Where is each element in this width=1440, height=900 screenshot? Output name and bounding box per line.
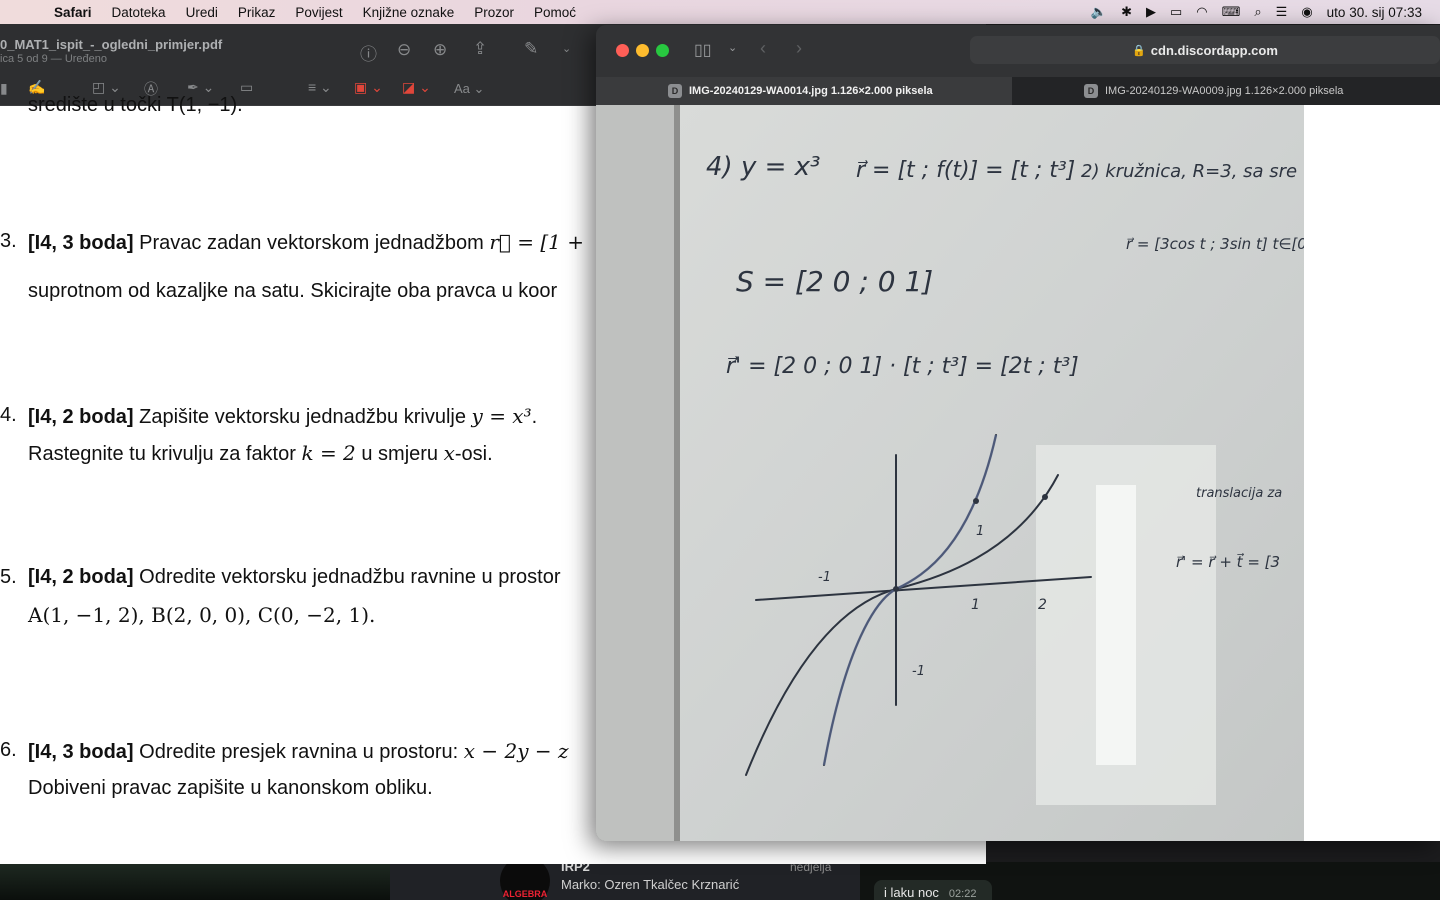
minimize-button[interactable] [636, 44, 649, 57]
question-3-line2: suprotnom od kazaljke na satu. Skicirajt… [28, 280, 558, 302]
menu-item-prikaz[interactable]: Prikaz [228, 5, 286, 20]
question-6-text: [I4, 3 boda] Odredite presjek ravnina u … [28, 739, 569, 763]
whiteboard-axis-label: 1 [976, 524, 984, 539]
font-button-label: Aa [454, 81, 470, 96]
discord-favicon-icon: D [668, 84, 682, 98]
zoom-out-icon[interactable]: ⊖ [397, 40, 411, 60]
back-icon[interactable]: ‹ [760, 38, 766, 59]
line-style-icon[interactable]: ≡ ⌄ [308, 79, 332, 96]
question-4-number: 4. [0, 404, 17, 426]
wallpaper [0, 862, 390, 900]
wifi-icon[interactable]: ◠ [1196, 4, 1207, 20]
question-5-number: 5. [0, 566, 17, 588]
discord-favicon-icon: D [1084, 84, 1098, 98]
zoom-button[interactable] [656, 44, 669, 57]
message-text: i laku noc [884, 885, 939, 900]
text-tool-icon[interactable]: ▮ [0, 80, 8, 97]
siri-icon[interactable]: ◉ [1301, 4, 1312, 20]
tab-wa0009[interactable]: D IMG-20240129-WA0009.jpg 1.126×2.000 pi… [1012, 77, 1432, 105]
search-icon[interactable]: ⌕ [1254, 4, 1261, 20]
menubar: Safari Datoteka Uredi Prikaz Povijest Kn… [0, 0, 1440, 24]
question-6-line2: Dobiveni pravac zapišite u kanonskom obl… [28, 777, 433, 799]
document-title: 0_MAT1_ispit_-_ogledni_primjer.pdf [0, 37, 223, 52]
question-5-text: [I4, 2 boda] Odredite vektorsku jednadžb… [28, 566, 561, 588]
document-subtitle: ica 5 od 9 — Uređeno [0, 53, 108, 65]
app-menu[interactable]: Safari [44, 5, 102, 20]
question-4-line2: Rastegnite tu krivulju za faktor k = 2 u… [28, 441, 493, 465]
whiteboard-axis-label: -1 [912, 664, 925, 679]
whiteboard-photo: 4) y = x³ r⃗ = [t ; f(t)] = [t ; t³] 2) … [596, 105, 1304, 841]
tab-wa0014[interactable]: D IMG-20240129-WA0014.jpg 1.126×2.000 pi… [596, 77, 1012, 105]
tab-bar: D IMG-20240129-WA0014.jpg 1.126×2.000 pi… [596, 77, 1440, 105]
question-3-number: 3. [0, 230, 17, 252]
zoom-in-icon[interactable]: ⊕ [433, 40, 447, 60]
doc-line-0: središte u točki T(1, −1). [28, 94, 243, 116]
chevron-down-icon[interactable]: ⌄ [728, 41, 737, 54]
whiteboard-text-8: r⃗' = r⃗ + t⃗ = [3 [1176, 552, 1280, 571]
page-background [1304, 105, 1440, 841]
menu-item-prozor[interactable]: Prozor [464, 5, 524, 20]
keyboard-icon[interactable]: ⌨ [1222, 4, 1241, 20]
menu-item-knjizne-oznake[interactable]: Knjižne oznake [353, 5, 465, 20]
safari-toolbar: ▯▯ ⌄ ‹ › 🔒 cdn.discordapp.com [596, 25, 1440, 77]
bluetooth-icon[interactable]: ✱ [1121, 4, 1132, 20]
chat-last-message: Marko: Ozren Tkalčec Krznarić [561, 877, 740, 892]
volume-icon[interactable]: 🔈 [1091, 4, 1107, 20]
whiteboard-text-3: 2) kružnica, R=3, sa sre [1081, 161, 1297, 182]
whiteboard-text-4: S = [2 0 ; 0 1] [736, 265, 933, 298]
whiteboard-text-6: r⃗' = [2 0 ; 0 1] · [t ; t³] = [2t ; t³] [726, 354, 1079, 379]
menu-item-datoteka[interactable]: Datoteka [102, 5, 176, 20]
fill-color-icon[interactable]: ◪ ⌄ [402, 79, 431, 96]
tab-label: IMG-20240129-WA0014.jpg 1.126×2.000 piks… [689, 85, 933, 97]
question-5-line2: A(1, −1, 2), B(2, 0, 0), C(0, −2, 1). [28, 603, 376, 627]
sidebar-icon[interactable]: ▯▯ [694, 40, 712, 60]
control-center-icon[interactable]: ☰ [1276, 4, 1288, 20]
whiteboard-text-2: r⃗ = [t ; f(t)] = [t ; t³] [856, 158, 1075, 183]
border-color-icon[interactable]: ▣ ⌄ [354, 79, 383, 96]
whiteboard-axis-label: 2 [1038, 597, 1047, 613]
battery-icon[interactable]: ▭ [1170, 4, 1182, 20]
address-bar[interactable]: 🔒 cdn.discordapp.com [970, 36, 1440, 64]
forward-icon[interactable]: › [796, 38, 802, 59]
menu-item-uredi[interactable]: Uredi [176, 5, 228, 20]
close-button[interactable] [616, 44, 629, 57]
play-icon[interactable]: ▶ [1146, 4, 1156, 20]
whiteboard-axis-label: -1 [818, 570, 831, 585]
markup-pen-icon[interactable]: ✎ [524, 39, 538, 59]
message-bubble: i laku noc 02:22 [874, 880, 992, 900]
chevron-down-icon[interactable]: ⌄ [562, 42, 571, 55]
whiteboard-text-5: r⃗ = [3cos t ; 3sin t] t∈[0,2 [1126, 235, 1304, 253]
menubar-clock[interactable]: uto 30. sij 07:33 [1327, 5, 1422, 20]
whiteboard-axis-label: 1 [971, 597, 980, 613]
info-icon[interactable]: ⓘ [360, 40, 377, 65]
share-icon[interactable]: ⇪ [473, 39, 487, 59]
lock-icon: 🔒 [1132, 44, 1146, 57]
message-time: 02:22 [948, 888, 977, 900]
question-4-text: [I4, 2 boda] Zapišite vektorsku jednadžb… [28, 404, 538, 428]
tab-label: IMG-20240129-WA0009.jpg 1.126×2.000 piks… [1105, 85, 1344, 97]
question-6-number: 6. [0, 739, 17, 761]
menu-item-povijest[interactable]: Povijest [285, 5, 352, 20]
menu-item-pomoc[interactable]: Pomoć [524, 5, 586, 20]
question-3-text: [I4, 3 boda] Pravac zadan vektorskom jed… [28, 230, 584, 254]
whiteboard-photo-svg: 4) y = x³ r⃗ = [t ; f(t)] = [t ; t³] 2) … [596, 105, 1304, 841]
safari-window: ▯▯ ⌄ ‹ › 🔒 cdn.discordapp.com D IMG-2024… [596, 25, 1440, 841]
whiteboard-text-7: translacija za [1196, 486, 1282, 501]
font-button[interactable]: Aa ⌄ [454, 81, 484, 97]
whiteboard-text-1: 4) y = x³ [706, 152, 820, 182]
address-bar-url: cdn.discordapp.com [1150, 42, 1278, 58]
